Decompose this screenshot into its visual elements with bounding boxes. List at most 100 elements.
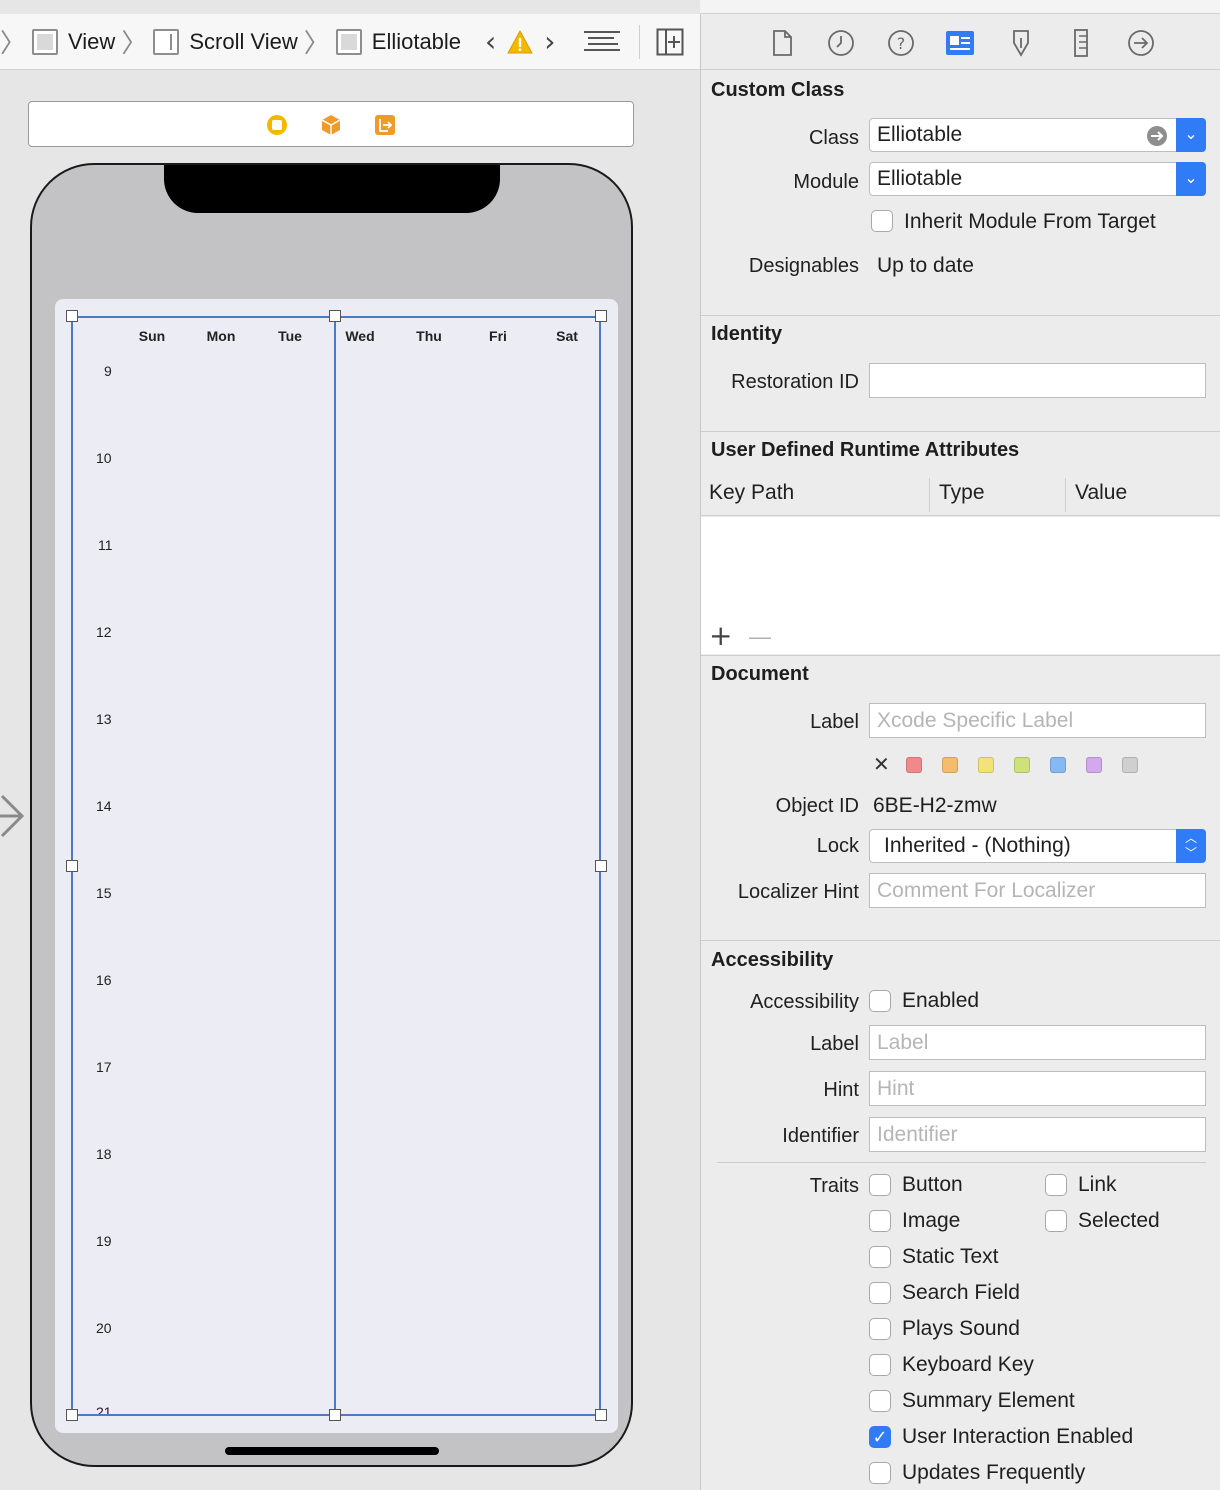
home-indicator (225, 1447, 439, 1455)
restoration-id-field[interactable] (869, 363, 1206, 398)
lock-label: Lock (816, 835, 859, 857)
previous-issue-icon[interactable]: ‹ (485, 25, 496, 58)
color-swatch-green[interactable] (1014, 757, 1030, 773)
hour-label-clip: 21 (96, 1404, 120, 1414)
trait-selected-checkbox[interactable] (1045, 1210, 1067, 1232)
color-swatch-gray[interactable] (1122, 757, 1138, 773)
elliotable-calendar-view[interactable] (55, 299, 618, 1433)
canvas-pane: 〉 View 〉 Scroll View 〉 Elliotable ‹ › Su… (0, 0, 700, 1490)
module-label: Module (793, 171, 859, 193)
column-header-type[interactable]: Type (939, 481, 985, 505)
chevron-right-icon: 〉 (121, 29, 148, 59)
identity-inspector-icon[interactable] (945, 28, 975, 58)
color-swatch-orange[interactable] (942, 757, 958, 773)
document-label-field[interactable] (869, 703, 1206, 738)
hour-label: 11 (98, 537, 113, 553)
up-down-chevron-icon[interactable]: ︿ ﹀ (1176, 829, 1206, 863)
chevron-down-icon[interactable]: ⌄ (1176, 118, 1206, 152)
help-inspector-icon[interactable]: ? (886, 28, 916, 58)
lock-popup-button[interactable]: Inherited - (Nothing) ︿ ﹀ (869, 829, 1206, 863)
add-attribute-button[interactable]: + (709, 620, 732, 652)
identity-title: Identity (711, 323, 783, 345)
hour-label: 12 (96, 624, 112, 640)
chevron-down-icon[interactable]: ⌄ (1176, 162, 1206, 196)
chevron-right-icon: 〉 (0, 29, 27, 59)
chevron-right-icon: 〉 (303, 29, 330, 59)
accessibility-label-label: Label (810, 1033, 859, 1055)
svg-text:?: ? (897, 34, 906, 53)
resize-handle-top[interactable] (329, 310, 341, 322)
breadcrumb-view[interactable]: View (32, 14, 115, 70)
file-inspector-icon[interactable] (767, 28, 797, 58)
trait-link-checkbox[interactable] (1045, 1174, 1067, 1196)
resize-handle-top-right[interactable] (595, 310, 607, 322)
device-notch (164, 165, 500, 213)
table-body (701, 517, 1220, 654)
trait-keyboard-key-checkbox[interactable] (869, 1354, 891, 1376)
color-swatch-red[interactable] (906, 757, 922, 773)
trait-updates-frequently-label: Updates Frequently (902, 1461, 1086, 1484)
section-divider (701, 315, 1220, 316)
first-responder-icon[interactable] (320, 114, 342, 136)
jump-bar: 〉 View 〉 Scroll View 〉 Elliotable ‹ › (0, 14, 700, 70)
inherit-module-checkbox[interactable] (871, 210, 893, 232)
view-controller-icon[interactable] (266, 114, 288, 136)
day-header: Fri (489, 328, 507, 344)
resize-handle-bottom-right[interactable] (595, 1409, 607, 1421)
day-header: Thu (416, 328, 442, 344)
add-editor-icon[interactable] (656, 28, 684, 56)
section-divider (701, 655, 1220, 656)
accessibility-identifier-field[interactable] (869, 1117, 1206, 1152)
trait-updates-frequently-checkbox[interactable] (869, 1462, 891, 1484)
accessibility-enabled-checkbox[interactable] (869, 990, 891, 1012)
class-combobox[interactable]: Elliotable ⌄ (869, 118, 1206, 152)
warning-icon[interactable] (506, 29, 534, 55)
resize-handle-bottom-left[interactable] (66, 1409, 78, 1421)
column-header-key-path[interactable]: Key Path (709, 481, 794, 505)
trait-static-text-checkbox[interactable] (869, 1246, 891, 1268)
column-header-value[interactable]: Value (1075, 481, 1127, 505)
runtime-attributes-table[interactable]: Key Path Type Value (701, 474, 1220, 654)
remove-attribute-button[interactable]: — (749, 622, 771, 652)
localizer-hint-label: Localizer Hint (737, 881, 859, 903)
hour-label: 14 (96, 798, 112, 814)
trait-search-field-checkbox[interactable] (869, 1282, 891, 1304)
next-issue-icon[interactable]: › (544, 25, 555, 58)
color-swatch-purple[interactable] (1086, 757, 1102, 773)
trait-user-interaction-label: User Interaction Enabled (902, 1425, 1134, 1448)
resize-handle-left[interactable] (66, 860, 78, 872)
resize-handle-right[interactable] (595, 860, 607, 872)
resize-handle-bottom[interactable] (329, 1409, 341, 1421)
trait-image-label: Image (902, 1209, 961, 1232)
hour-label: 15 (96, 885, 112, 901)
module-combobox[interactable]: Elliotable ⌄ (869, 162, 1206, 196)
accessibility-hint-field[interactable] (869, 1071, 1206, 1106)
attributes-inspector-icon[interactable] (1006, 28, 1036, 58)
trait-image-checkbox[interactable] (869, 1210, 891, 1232)
color-swatch-blue[interactable] (1050, 757, 1066, 773)
editor-options-icon[interactable] (583, 29, 621, 55)
trait-plays-sound-checkbox[interactable] (869, 1318, 891, 1340)
entry-point-arrow-icon[interactable] (0, 792, 28, 840)
color-swatch-yellow[interactable] (978, 757, 994, 773)
breadcrumb-scroll-view[interactable]: Scroll View (153, 14, 298, 70)
trait-user-interaction-checkbox[interactable]: ✓ (869, 1426, 891, 1448)
designables-value: Up to date (877, 254, 974, 277)
resize-handle-top-left[interactable] (66, 310, 78, 322)
hour-label: 17 (96, 1059, 112, 1075)
trait-summary-element-checkbox[interactable] (869, 1390, 891, 1412)
trait-button-checkbox[interactable] (869, 1174, 891, 1196)
accessibility-label-field[interactable] (869, 1025, 1206, 1060)
history-inspector-icon[interactable] (826, 28, 856, 58)
size-inspector-icon[interactable] (1066, 28, 1096, 58)
breadcrumb-elliotable[interactable]: Elliotable (335, 14, 461, 70)
connections-inspector-icon[interactable] (1126, 28, 1156, 58)
toolbar-divider (639, 24, 641, 59)
traits-label: Traits (809, 1175, 859, 1197)
localizer-hint-field[interactable] (869, 873, 1206, 908)
go-to-class-icon[interactable] (1146, 125, 1168, 147)
accessibility-enabled-label: Enabled (902, 989, 980, 1012)
exit-icon[interactable] (374, 114, 396, 136)
accessibility-hint-label: Hint (823, 1079, 859, 1101)
clear-color-icon[interactable]: ✕ (873, 752, 890, 776)
